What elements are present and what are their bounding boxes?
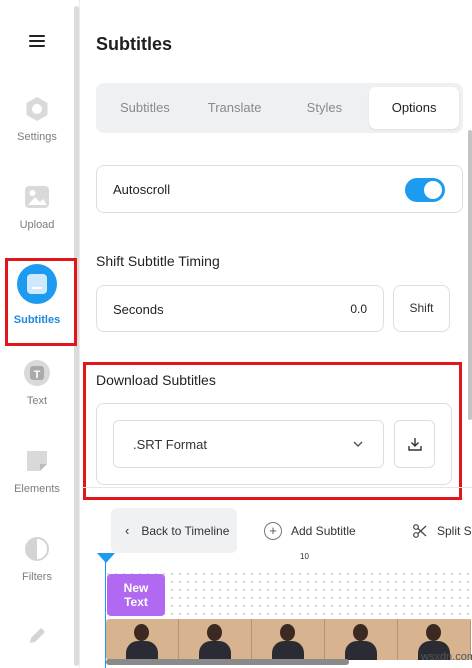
tab-options[interactable]: Options: [369, 87, 459, 129]
sidebar-item-label: Settings: [17, 131, 57, 143]
autoscroll-toggle[interactable]: [405, 178, 445, 202]
tab-styles[interactable]: Styles: [280, 87, 370, 129]
half-circle-icon: [23, 535, 51, 563]
seconds-label: Seconds: [113, 302, 164, 317]
split-label: Split S: [437, 523, 472, 538]
svg-text:T: T: [34, 369, 41, 381]
scissors-icon: [413, 523, 427, 538]
sticky-note-icon: [23, 447, 51, 475]
video-track[interactable]: [106, 619, 472, 660]
plus-circle-icon: +: [264, 521, 282, 540]
video-frame: [325, 619, 398, 660]
video-frame: [106, 619, 179, 660]
shift-timing-title: Shift Subtitle Timing: [96, 253, 220, 269]
pencil-icon: [23, 622, 51, 650]
panel-scrollbar[interactable]: [468, 130, 472, 420]
highlight-box-download: [83, 362, 462, 500]
tab-translate[interactable]: Translate: [190, 87, 280, 129]
add-subtitle-button[interactable]: + Add Subtitle: [264, 508, 356, 553]
video-frame: [252, 619, 325, 660]
sidebar-item-elements[interactable]: Elements: [0, 447, 74, 495]
add-subtitle-label: Add Subtitle: [291, 523, 356, 538]
hamburger-menu-icon[interactable]: [29, 35, 45, 47]
autoscroll-label: Autoscroll: [113, 182, 171, 197]
back-to-timeline-label: Back to Timeline: [141, 523, 230, 538]
tab-bar: Subtitles Translate Styles Options: [96, 83, 463, 133]
autoscroll-row: Autoscroll: [96, 165, 463, 213]
sidebar-item-settings[interactable]: Settings: [0, 95, 74, 143]
sidebar-item-upload[interactable]: Upload: [0, 183, 74, 231]
seconds-field[interactable]: Seconds 0.0: [96, 285, 384, 332]
timeline-scrollbar[interactable]: [106, 659, 349, 665]
split-button[interactable]: Split S: [412, 508, 472, 553]
sidebar-item-text[interactable]: T Text: [0, 359, 74, 407]
sidebar-item-draw[interactable]: [0, 622, 74, 650]
sidebar-item-label: Upload: [19, 219, 55, 231]
playhead-handle[interactable]: [97, 553, 115, 563]
sidebar-item-filters[interactable]: Filters: [0, 535, 74, 583]
ruler-mark: 10: [300, 552, 309, 561]
sidebar-item-label: Filters: [22, 571, 52, 583]
chevron-left-icon: ‹: [125, 523, 130, 538]
shift-button[interactable]: Shift: [393, 285, 450, 332]
video-frame: [179, 619, 252, 660]
sidebar-item-label: Elements: [14, 483, 60, 495]
text-t-icon: T: [23, 359, 51, 387]
back-to-timeline-button[interactable]: ‹ Back to Timeline: [111, 508, 237, 553]
timeline-ruler[interactable]: 10: [104, 552, 472, 570]
timeline-divider: [81, 487, 472, 488]
settings-hexagon-icon: [23, 95, 51, 123]
page-title: Subtitles: [96, 34, 173, 54]
seconds-value[interactable]: 0.0: [350, 302, 367, 316]
text-clip[interactable]: New Text: [107, 574, 165, 616]
watermark: wsxdn.com: [421, 651, 472, 663]
sidebar-item-label: Text: [26, 395, 48, 407]
tab-subtitles[interactable]: Subtitles: [100, 87, 190, 129]
highlight-box-subtitles: [5, 258, 77, 346]
image-upload-icon: [23, 183, 51, 211]
